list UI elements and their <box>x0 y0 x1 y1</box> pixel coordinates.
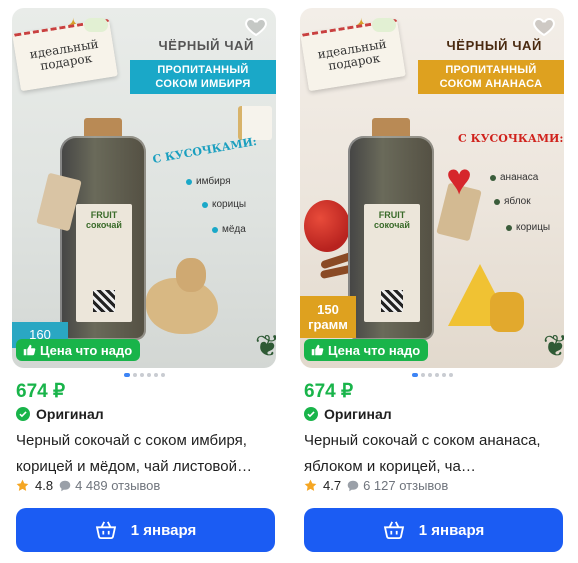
carousel-dot[interactable] <box>448 373 453 377</box>
rating-row[interactable]: 4.8 4 489 отзывов <box>16 478 160 493</box>
original-label: Оригинал <box>304 406 392 422</box>
reviews-count: 4 489 отзывов <box>59 478 160 493</box>
postcard-text: идеальный подарок <box>316 36 388 73</box>
weight-value: 150 <box>317 302 339 317</box>
tea-jar: FRUIT сокочай <box>60 136 146 340</box>
delivery-button[interactable]: 1 января <box>304 508 563 552</box>
check-circle-icon <box>16 407 30 421</box>
carousel-dot[interactable] <box>153 373 158 377</box>
rating-value: 4.8 <box>35 478 54 493</box>
flavor-line-2: СОКОМ ИМБИРЯ <box>155 78 251 90</box>
product-title[interactable]: Черный сокочай с соком ананаса, яблоком … <box>304 428 564 480</box>
ingredient-dot <box>494 198 500 205</box>
delivery-button[interactable]: 1 января <box>16 508 275 552</box>
carousel-dot[interactable] <box>420 373 425 377</box>
ingredient-item: мёда <box>212 224 246 235</box>
qr-code <box>381 290 403 312</box>
heart-outline-icon[interactable] <box>244 14 268 38</box>
rating-value: 4.7 <box>323 478 342 493</box>
carousel-dot[interactable] <box>160 373 165 377</box>
postcard-text: идеальный подарок <box>28 36 100 73</box>
product-title[interactable]: Черный сокочай с соком имбиря, корицей и… <box>16 428 276 480</box>
price-badge: Цена что надо <box>304 339 429 361</box>
tea-jar: FRUIT сокочай <box>348 136 434 340</box>
ingredient-dot <box>490 174 496 181</box>
jar-label: FRUIT сокочай <box>364 204 420 322</box>
pine-branch: ❦ <box>542 330 564 363</box>
review-bubble-icon <box>59 480 71 491</box>
product-price: 674 ₽ <box>304 381 354 402</box>
ingredient-item: ананаса <box>490 172 538 183</box>
price-badge-label: Цена что надо <box>40 342 133 358</box>
weight-badge: 150 грамм <box>300 296 356 338</box>
product-image[interactable]: ✦ идеальный подарок ЧЁРНЫЙ ЧАЙ ПРОПИТАНН… <box>300 8 564 368</box>
product-price: 674 ₽ <box>16 381 66 402</box>
basket-icon <box>383 521 404 539</box>
delivery-date: 1 января <box>130 521 197 539</box>
star-icon <box>304 479 317 491</box>
carousel-dot[interactable] <box>411 373 418 377</box>
jar-brand: FRUIT сокочай <box>374 210 410 230</box>
like-icon <box>23 344 36 356</box>
carousel-dots <box>12 373 276 377</box>
ingredient-item: корицы <box>202 199 246 210</box>
original-label: Оригинал <box>16 406 104 422</box>
with-pieces-label: С КУСОЧКАМИ: <box>458 132 564 145</box>
tea-type-heading: ЧЁРНЫЙ ЧАЙ <box>446 38 542 53</box>
ingredient-item: корицы <box>506 222 550 233</box>
product-card[interactable]: ✦ идеальный подарок ЧЁРНЫЙ ЧАЙ ПРОПИТАНН… <box>12 8 276 556</box>
price-badge: Цена что надо <box>16 339 141 361</box>
like-icon <box>311 344 324 356</box>
brand-logo <box>84 18 108 32</box>
basket-icon <box>95 521 116 539</box>
weight-unit: грамм <box>308 317 348 332</box>
pineapple-piece <box>490 292 524 332</box>
reviews-count: 6 127 отзывов <box>347 478 448 493</box>
jar-label: FRUIT сокочай <box>76 204 132 322</box>
ingredient-dot <box>212 226 218 233</box>
flavor-line-1: ПРОПИТАННЫЙ <box>157 64 249 76</box>
heart-decoration: ♥ <box>446 155 473 204</box>
delivery-date: 1 января <box>418 521 485 539</box>
carousel-dot[interactable] <box>146 373 151 377</box>
carousel-dot[interactable] <box>139 373 144 377</box>
with-pieces-label: С КУСОЧКАМИ: <box>151 134 258 167</box>
tea-type-heading: ЧЁРНЫЙ ЧАЙ <box>158 38 254 53</box>
heart-outline-icon[interactable] <box>532 14 556 38</box>
brand-logo <box>372 18 396 32</box>
product-card[interactable]: ✦ идеальный подарок ЧЁРНЫЙ ЧАЙ ПРОПИТАНН… <box>300 8 564 556</box>
ingredient-item: имбиря <box>186 176 231 187</box>
apple <box>304 200 350 252</box>
carousel-dot[interactable] <box>441 373 446 377</box>
ingredient-item: яблок <box>494 196 531 207</box>
check-circle-icon <box>304 407 318 421</box>
ingredient-dot <box>186 178 192 185</box>
flavor-banner: ПРОПИТАННЫЙ СОКОМ АНАНАСА <box>418 60 564 94</box>
carousel-dot[interactable] <box>123 373 130 377</box>
carousel-dot[interactable] <box>434 373 439 377</box>
flavor-banner: ПРОПИТАННЫЙ СОКОМ ИМБИРЯ <box>130 60 276 94</box>
carousel-dot[interactable] <box>427 373 432 377</box>
product-image[interactable]: ✦ идеальный подарок ЧЁРНЫЙ ЧАЙ ПРОПИТАНН… <box>12 8 276 368</box>
jar-brand: FRUIT сокочай <box>86 210 122 230</box>
flavor-line-2: СОКОМ АНАНАСА <box>439 78 543 90</box>
qr-code <box>93 290 115 312</box>
review-bubble-icon <box>347 480 359 491</box>
ingredient-dot <box>506 224 512 231</box>
carousel-dots <box>300 373 564 377</box>
price-badge-label: Цена что надо <box>328 342 421 358</box>
ingredient-dot <box>202 201 208 208</box>
ginger-root <box>146 258 218 334</box>
rating-row[interactable]: 4.7 6 127 отзывов <box>304 478 448 493</box>
flavor-line-1: ПРОПИТАННЫЙ <box>445 64 537 76</box>
pine-branch: ❦ <box>254 330 276 363</box>
carousel-dot[interactable] <box>132 373 137 377</box>
star-icon <box>16 479 29 491</box>
